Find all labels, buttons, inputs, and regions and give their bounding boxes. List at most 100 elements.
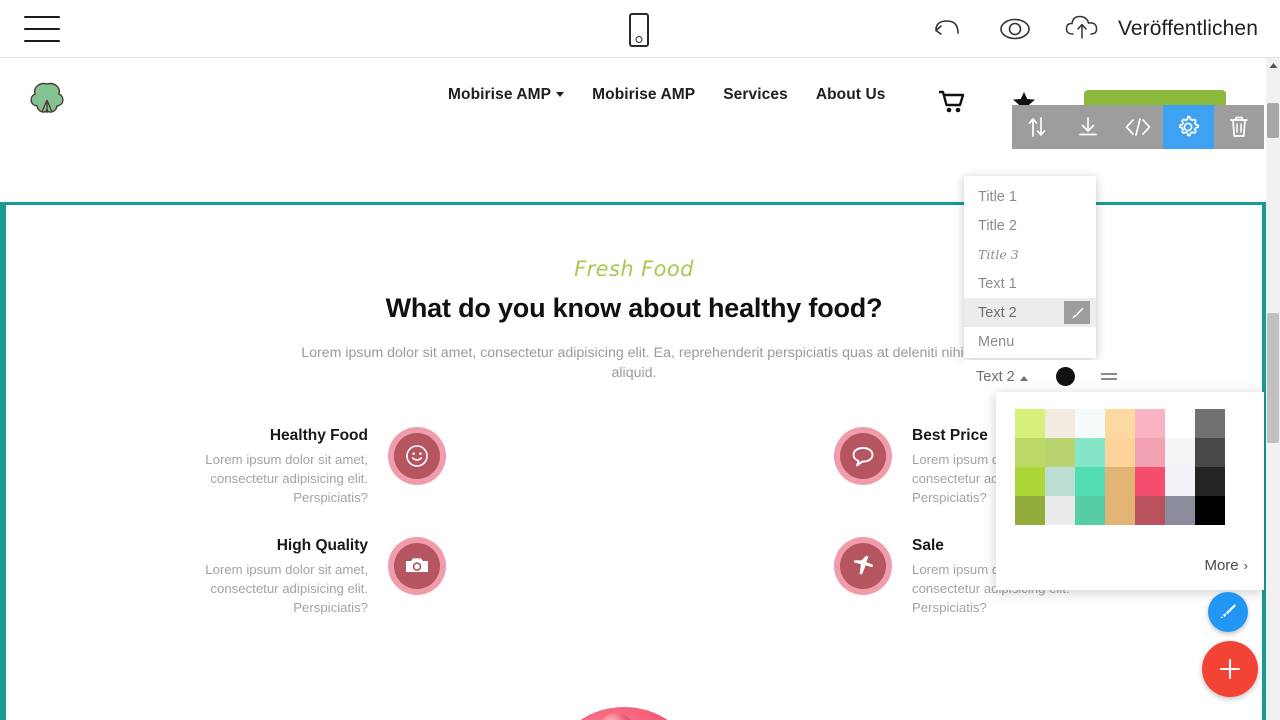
nav-link-mobirise-amp[interactable]: Mobirise AMP <box>592 86 695 104</box>
text-color-swatch[interactable] <box>1055 367 1075 386</box>
smiley-face-icon <box>394 433 440 480</box>
color-swatch[interactable] <box>1105 409 1135 438</box>
trash-delete-icon[interactable] <box>1214 105 1264 149</box>
more-colors-link[interactable]: More › <box>1204 557 1248 574</box>
phone-shape <box>629 13 649 47</box>
text-style-dropdown: Title 1 Title 2 Title 3 Text 1 Text 2 Me… <box>964 176 1096 358</box>
feature-text: High Quality Lorem ipsum dolor sit amet,… <box>146 537 368 617</box>
undo-arrow-icon[interactable] <box>926 8 968 50</box>
app-root: Veröffentlichen Mobirise AMP Mobirise AM… <box>0 0 1280 720</box>
style-option-title-1[interactable]: Title 1 <box>964 182 1096 211</box>
feature-desc: Lorem ipsum dolor sit amet, consectetur … <box>205 562 368 615</box>
nav-link-services[interactable]: Services <box>723 86 788 104</box>
scrollbar-thumb-upper[interactable] <box>1267 103 1279 138</box>
app-toolbar-actions: Veröffentlichen <box>926 0 1264 58</box>
nav-link-mobirise-amp-dropdown[interactable]: Mobirise AMP <box>448 86 565 104</box>
cloud-upload-icon <box>1062 12 1106 47</box>
vertical-scrollbar[interactable] <box>1266 58 1280 720</box>
format-style-selector[interactable]: Text 2 <box>976 369 1028 385</box>
color-swatch[interactable] <box>1045 409 1075 438</box>
color-swatch[interactable] <box>1165 409 1195 438</box>
chevron-up-icon <box>1019 375 1028 381</box>
chevron-right-icon: › <box>1243 558 1248 573</box>
style-option-title-3[interactable]: Title 3 <box>964 240 1096 269</box>
feature-title: Healthy Food <box>269 427 368 445</box>
hamburger-line <box>24 16 60 18</box>
align-line <box>1100 373 1117 375</box>
color-swatch[interactable] <box>1165 438 1195 467</box>
hamburger-line <box>24 40 60 42</box>
color-swatch[interactable] <box>1075 496 1105 525</box>
gear-settings-icon[interactable] <box>1163 105 1214 149</box>
scroll-up-arrow-icon[interactable] <box>1266 58 1280 72</box>
color-swatch[interactable] <box>1015 409 1045 438</box>
color-swatch[interactable] <box>1195 496 1225 525</box>
color-palette-popup: More › <box>996 392 1264 590</box>
publish-button[interactable]: Veröffentlichen <box>1062 12 1264 47</box>
color-swatch[interactable] <box>1195 409 1225 438</box>
color-swatch[interactable] <box>1045 438 1075 467</box>
chat-bubble-icon <box>840 433 886 480</box>
broccoli-logo-icon[interactable] <box>24 78 70 124</box>
brush-icon[interactable] <box>1064 301 1090 324</box>
code-icon[interactable] <box>1113 105 1163 149</box>
style-option-text-2[interactable]: Text 2 <box>964 298 1096 327</box>
scrollbar-thumb[interactable] <box>1267 313 1279 443</box>
format-bar: Text 2 <box>964 360 1124 393</box>
color-swatch[interactable] <box>1195 467 1225 496</box>
style-option-text-1[interactable]: Text 1 <box>964 269 1096 298</box>
camera-icon <box>394 543 440 590</box>
color-swatch[interactable] <box>1045 496 1075 525</box>
eye-preview-icon[interactable] <box>994 8 1036 50</box>
nav-link-about-us[interactable]: About Us <box>816 86 886 104</box>
chevron-down-icon <box>556 92 565 97</box>
style-option-menu[interactable]: Menu <box>964 327 1096 356</box>
color-swatch[interactable] <box>1105 496 1135 525</box>
color-swatch[interactable] <box>1105 467 1135 496</box>
feature-icon-ring <box>834 537 892 596</box>
app-toolbar: Veröffentlichen <box>0 0 1280 58</box>
shopping-cart-icon[interactable] <box>938 90 966 119</box>
airplane-icon <box>840 543 886 590</box>
download-icon[interactable] <box>1062 105 1112 149</box>
color-swatch[interactable] <box>1135 438 1165 467</box>
align-line <box>1100 378 1117 380</box>
color-swatch[interactable] <box>1045 467 1075 496</box>
color-swatch[interactable] <box>1075 409 1105 438</box>
style-option-title-2[interactable]: Title 2 <box>964 211 1096 240</box>
nav-link-label: Mobirise AMP <box>448 86 552 103</box>
move-section-icon[interactable] <box>1012 105 1062 149</box>
color-swatch[interactable] <box>1135 467 1165 496</box>
features-column-left: Healthy Food Lorem ipsum dolor sit amet,… <box>146 427 446 647</box>
color-swatch[interactable] <box>1165 467 1195 496</box>
text-align-icon[interactable] <box>1100 373 1117 380</box>
feature-icon-ring <box>388 537 446 596</box>
color-swatch[interactable] <box>1015 496 1045 525</box>
section-edit-toolbar <box>1012 105 1264 149</box>
plus-icon[interactable] <box>1202 641 1258 697</box>
color-swatch[interactable] <box>1015 438 1045 467</box>
feature-desc: Lorem ipsum dolor sit amet, consectetur … <box>205 452 368 505</box>
color-swatch[interactable] <box>1105 438 1135 467</box>
color-swatch[interactable] <box>1195 438 1225 467</box>
color-swatch[interactable] <box>1075 467 1105 496</box>
color-swatch[interactable] <box>1165 496 1195 525</box>
brush-icon[interactable] <box>1208 592 1248 632</box>
feature-item-high-quality: High Quality Lorem ipsum dolor sit amet,… <box>146 537 446 617</box>
color-swatch[interactable] <box>1135 409 1165 438</box>
more-colors-label: More <box>1204 557 1239 574</box>
site-nav-links: Mobirise AMP Mobirise AMP Services About… <box>448 86 914 104</box>
color-swatch[interactable] <box>1135 496 1165 525</box>
feature-item-healthy-food: Healthy Food Lorem ipsum dolor sit amet,… <box>146 427 446 507</box>
feature-icon-ring <box>834 427 892 486</box>
publish-label: Veröffentlichen <box>1117 17 1258 40</box>
color-swatch[interactable] <box>1075 438 1105 467</box>
color-swatch-grid <box>1015 409 1225 525</box>
color-swatch[interactable] <box>1015 467 1045 496</box>
mobile-device-icon[interactable] <box>624 9 654 51</box>
feature-icon-ring <box>388 427 446 486</box>
feature-text: Healthy Food Lorem ipsum dolor sit amet,… <box>146 427 368 507</box>
hamburger-menu-icon[interactable] <box>24 16 60 42</box>
pomegranate-image <box>533 681 715 720</box>
feature-title: High Quality <box>276 537 368 555</box>
